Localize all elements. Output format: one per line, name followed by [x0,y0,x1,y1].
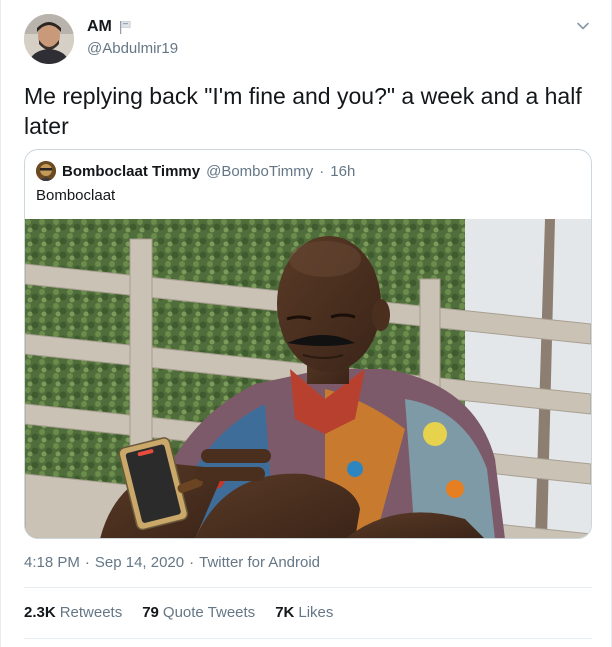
likes-count: 7K [275,604,295,621]
chevron-down-icon[interactable] [575,18,591,34]
quote-tweets-count: 79 [142,604,159,621]
quoted-handle: @BomboTimmy [206,162,314,180]
quoted-text: Bomboclaat [36,187,116,204]
quote-tweets-stat[interactable]: 79 Quote Tweets [142,604,255,621]
quoted-media-photo[interactable] [25,219,591,538]
retweets-stat[interactable]: 2.3K Retweets [24,604,122,621]
tweet-text: Me replying back "I'm fine and you?" a w… [24,83,582,139]
tweet-meta: 4:18 PM · Sep 14, 2020 · Twitter for And… [24,554,320,571]
divider [24,587,592,588]
quoted-avatar[interactable] [36,161,56,181]
retweets-label: Retweets [59,604,123,621]
quoted-tweet-header: Bomboclaat Timmy @BomboTimmy · 16h [36,161,355,181]
engagement-stats: 2.3K Retweets 79 Quote Tweets 7K Likes [24,604,333,621]
meta-separator: · [189,554,195,571]
author-name-row: AM [87,18,132,36]
retweets-count: 2.3K [24,604,56,621]
flag-emoji-icon [118,20,132,35]
quote-tweets-label: Quote Tweets [162,604,256,621]
photo-man-looking-at-phone-icon [25,219,591,538]
tweet-source[interactable]: Twitter for Android [199,554,320,571]
quoted-time: 16h [330,162,356,180]
avatar-photo-icon [24,14,74,64]
likes-stat[interactable]: 7K Likes [275,604,333,621]
tweet-card: AM @Abdulmir19 Me replying back "I'm fin… [0,0,612,647]
quoted-display-name: Bomboclaat Timmy [62,162,201,180]
quoted-tweet[interactable]: Bomboclaat Timmy @BomboTimmy · 16h Bombo… [24,149,592,539]
tweet-time[interactable]: 4:18 PM [24,554,80,571]
tweet-date[interactable]: Sep 14, 2020 [95,554,184,571]
author-handle[interactable]: @Abdulmir19 [87,40,178,57]
author-display-name[interactable]: AM [87,18,112,36]
likes-label: Likes [298,604,334,621]
meta-separator: · [84,554,90,571]
author-avatar[interactable] [24,14,74,64]
quoted-avatar-photo-icon [36,161,56,181]
quoted-separator: · [319,162,325,180]
divider [24,638,592,639]
